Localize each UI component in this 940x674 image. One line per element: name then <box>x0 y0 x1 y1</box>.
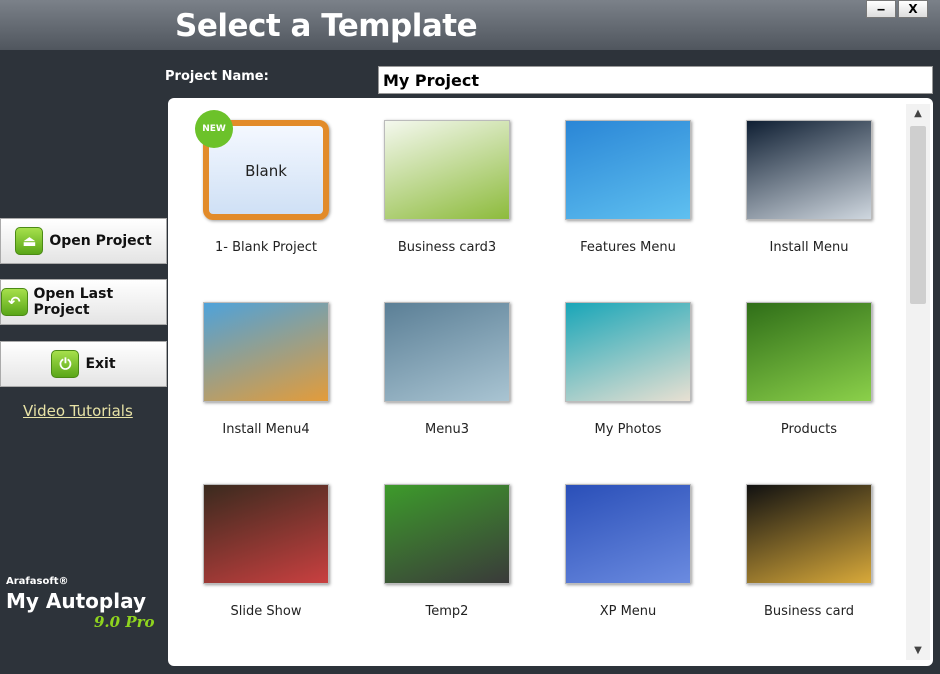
logo-version: 9.0 Pro <box>94 613 155 631</box>
minimize-button[interactable]: ‒ <box>866 0 896 18</box>
template-thumbnail <box>384 302 510 402</box>
template-tile[interactable]: Menu3 <box>357 280 537 450</box>
template-label: Products <box>780 422 838 437</box>
exit-button[interactable]: ⏻ Exit <box>0 341 167 387</box>
template-thumbnail <box>565 120 691 220</box>
project-name-label: Project Name: <box>165 69 269 84</box>
template-label: Business card3 <box>397 240 497 255</box>
template-tile[interactable]: Products <box>719 280 899 450</box>
template-thumbnail <box>746 120 872 220</box>
scrollbar-thumb[interactable] <box>910 126 926 304</box>
template-label: XP Menu <box>599 604 657 619</box>
template-tile[interactable]: Temp2 <box>357 462 537 632</box>
template-label: Business card <box>764 604 854 619</box>
template-tile[interactable]: Install Menu4 <box>176 280 356 450</box>
scroll-up-icon[interactable]: ▲ <box>906 108 930 119</box>
undo-icon: ↶ <box>1 288 28 316</box>
template-tile[interactable]: Slide Show <box>176 462 356 632</box>
template-thumbnail <box>384 120 510 220</box>
template-tile[interactable]: My Photos <box>538 280 718 450</box>
template-tile[interactable]: Business card <box>719 462 899 632</box>
template-thumbnail <box>565 302 691 402</box>
project-name-input[interactable] <box>378 66 933 94</box>
template-thumbnail <box>203 302 329 402</box>
scrollbar[interactable]: ▲ ▼ <box>906 104 930 660</box>
template-thumbnail <box>565 484 691 584</box>
template-label: 1- Blank Project <box>215 240 317 255</box>
template-thumbnail: Blank NEW <box>195 110 329 220</box>
template-thumbnail <box>746 302 872 402</box>
app-logo: Arafasoft® My Autoplay 9.0 Pro <box>6 576 166 646</box>
logo-product: My Autoplay <box>6 589 147 613</box>
scroll-down-icon[interactable]: ▼ <box>906 645 930 656</box>
template-label: Slide Show <box>230 604 302 619</box>
template-label: My Photos <box>594 422 662 437</box>
eject-icon: ⏏ <box>15 227 44 255</box>
template-label: Temp2 <box>425 604 469 619</box>
template-thumbnail <box>203 484 329 584</box>
thumbnail-text: Blank <box>245 162 287 180</box>
template-label: Menu3 <box>425 422 469 437</box>
template-tile[interactable]: Features Menu <box>538 98 718 268</box>
template-tile[interactable]: Install Menu <box>719 98 899 268</box>
new-badge: NEW <box>195 110 233 148</box>
exit-label: Exit <box>85 356 116 372</box>
template-thumbnail <box>384 484 510 584</box>
open-project-label: Open Project <box>49 233 152 249</box>
template-gallery: Blank NEW 1- Blank Project Business card3 Fe… <box>168 98 933 666</box>
open-project-button[interactable]: ⏏ Open Project <box>0 218 167 264</box>
template-tile[interactable]: XP Menu <box>538 462 718 632</box>
open-last-project-label: Open Last Project <box>33 286 114 318</box>
video-tutorials-link[interactable]: Video Tutorials <box>23 402 133 420</box>
power-icon: ⏻ <box>51 350 80 378</box>
template-label: Install Menu <box>769 240 849 255</box>
template-label: Install Menu4 <box>222 422 310 437</box>
template-tile[interactable]: Blank NEW 1- Blank Project <box>176 98 356 268</box>
template-thumbnail <box>746 484 872 584</box>
template-label: Features Menu <box>580 240 676 255</box>
page-title: Select a Template <box>175 8 478 44</box>
open-last-project-button[interactable]: ↶ Open Last Project <box>0 279 167 325</box>
close-button[interactable]: X <box>898 0 928 18</box>
logo-brand: Arafasoft® <box>6 576 69 587</box>
template-tile[interactable]: Business card3 <box>357 98 537 268</box>
